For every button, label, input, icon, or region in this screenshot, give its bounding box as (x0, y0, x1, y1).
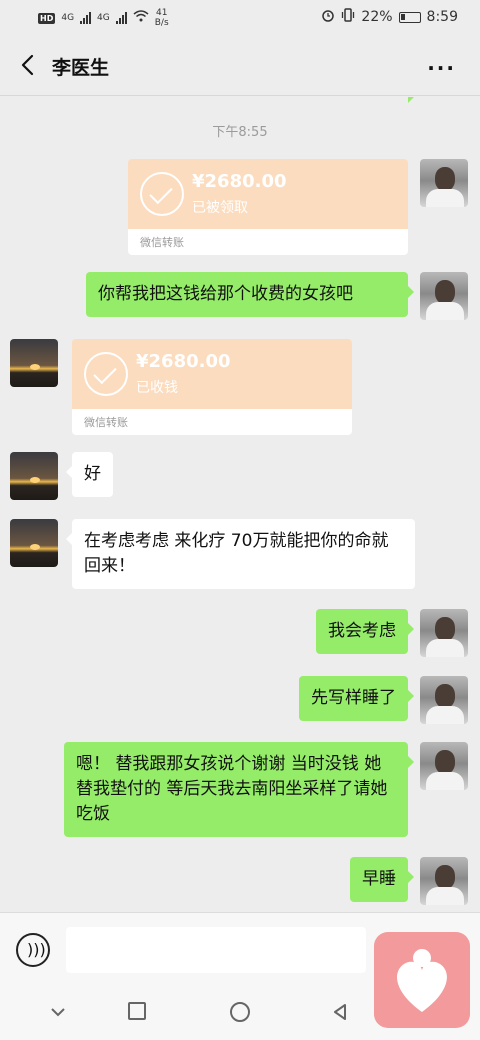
battery-percent: 22% (361, 9, 393, 25)
contact-avatar[interactable] (10, 339, 58, 387)
my-avatar[interactable] (420, 857, 468, 905)
nav-back-icon[interactable] (330, 1002, 350, 1022)
my-avatar[interactable] (420, 609, 468, 657)
voice-icon[interactable]: ))) (16, 933, 50, 967)
message-bubble[interactable]: 你帮我把这钱给那个收费的女孩吧 (86, 272, 414, 317)
status-right: 22% 8:59 (321, 8, 458, 26)
my-avatar[interactable] (420, 742, 468, 790)
transfer-card[interactable]: ¥2680.00 已收钱 微信转账 (72, 339, 352, 435)
transfer-card[interactable]: ¥2680.00 已被领取 微信转账 (128, 159, 408, 255)
signal-1-icon (80, 12, 92, 24)
transfer-footer: 微信转账 (128, 229, 408, 255)
transfer-status: 已收钱 (136, 380, 178, 396)
network-1-label: 4G (61, 12, 75, 23)
status-bar: HD 4G 4G 41 B/s 22% 8:59 (0, 0, 480, 36)
transfer-amount: ¥2680.00 (192, 171, 287, 192)
signal-2-icon (115, 12, 127, 24)
contact-name: 李医生 (52, 57, 110, 79)
clock: 8:59 (426, 9, 458, 25)
network-speed-value: 41 (155, 8, 168, 18)
heart-logo-icon (374, 932, 470, 1028)
message-bubble[interactable]: 在考虑考虑 来化疗 70万就能把你的命就回来！ (66, 519, 415, 589)
time-divider: 下午8:55 (212, 125, 268, 140)
battery-icon (398, 11, 421, 23)
nav-down-icon[interactable] (48, 1002, 68, 1022)
message-bubble[interactable]: 早睡 (350, 857, 414, 902)
status-left: HD 4G 4G 41 B/s (38, 8, 169, 28)
hd-badge: HD (38, 12, 56, 24)
chat-header: 李医生 ··· (0, 36, 480, 96)
network-2-label: 4G (97, 12, 110, 23)
network-speed: 41 B/s (155, 8, 169, 28)
message-list[interactable]: 下午8:55 ¥2680.00 已被领取 微信转账 你帮我把这钱给那个收费的女孩… (0, 97, 480, 912)
back-icon[interactable] (16, 52, 42, 78)
message-bubble[interactable]: 嗯！ 替我跟那女孩说个谢谢 当时没钱 她替我垫付的 等后天我去南阳坐采样了请她吃… (64, 742, 414, 837)
transfer-card-top: ¥2680.00 已收钱 (72, 339, 352, 409)
more-icon[interactable]: ··· (427, 56, 456, 80)
message-bubble[interactable]: 我会考虑 (316, 609, 414, 654)
transfer-status: 已被领取 (192, 200, 248, 216)
my-avatar[interactable] (420, 272, 468, 320)
my-avatar[interactable] (420, 676, 468, 724)
message-input[interactable] (66, 927, 366, 973)
nav-home-icon[interactable] (230, 1002, 250, 1022)
wifi-icon (133, 10, 149, 26)
transfer-footer: 微信转账 (72, 409, 352, 435)
check-circle-icon (140, 172, 184, 216)
transfer-amount: ¥2680.00 (136, 351, 231, 372)
message-bubble[interactable]: 先写样睡了 (299, 676, 414, 721)
nav-recents-icon[interactable] (128, 1002, 146, 1020)
contact-avatar[interactable] (10, 452, 58, 500)
contact-avatar[interactable] (10, 519, 58, 567)
vibrate-icon (341, 8, 355, 26)
network-speed-unit: B/s (154, 18, 169, 28)
my-avatar[interactable] (420, 159, 468, 207)
transfer-card-top: ¥2680.00 已被领取 (128, 159, 408, 229)
check-circle-icon (84, 352, 128, 396)
message-bubble[interactable]: 好 (66, 452, 113, 497)
alarm-icon (321, 8, 335, 26)
